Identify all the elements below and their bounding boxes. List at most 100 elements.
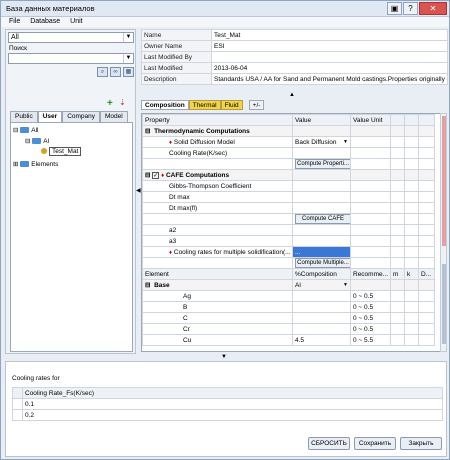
info-row: Last Modified By [141,51,448,63]
table-row: Cu 4.5 0 ~ 5.5 [142,334,435,346]
section-base[interactable]: ⊟ Base Al ▼ [142,279,435,291]
section-thermodynamic[interactable]: ⊟ Thermodynamic Computations [142,125,435,137]
solid-diffusion-select[interactable]: Back Diffusion ▼ [292,136,351,148]
tree-tabs: Public User Company Model [10,111,128,122]
folder-icon [20,161,30,168]
table-row: Dt max [142,191,435,203]
cooling-multi-field[interactable]: ... [292,246,351,258]
close-button[interactable]: Закрыть [400,437,442,450]
table-header: Cooling Rate_Fs(K/sec) [12,387,443,399]
tree-node-al[interactable]: ⊟ Al [25,137,49,145]
chevron-down-icon: ▼ [343,138,348,145]
description-field[interactable]: Standards USA / AA for Sand and Permanen… [211,73,448,85]
tab-company[interactable]: Company [62,111,101,122]
search-icon[interactable]: ⌕ [97,67,108,77]
table-row: C0 ~ 0.5 [142,312,435,324]
table-row: Ag 0 ~ 0.5 [142,290,435,302]
scroll-thumb-lower[interactable] [442,264,446,344]
reset-button[interactable]: СБРОСИТЬ [308,437,350,450]
table-row: ♦ Cooling rates for multiple solidificat… [142,246,435,258]
table-row: Cooling Rate(K/sec) [142,147,435,159]
tree-node-all[interactable]: ⊟ All [13,126,39,134]
tree-node-elements[interactable]: ⊞ Elements [13,160,58,168]
material-icon [41,148,47,155]
table-row: B0 ~ 0.5 [142,301,435,313]
tab-fluid[interactable]: Fluid [220,100,243,110]
cooling-rates-table: Cooling Rate_Fs(K/sec) 0.1 0.2 [12,387,443,421]
search-input[interactable]: ▼ [8,53,134,64]
add-icon[interactable]: + [107,98,113,109]
chevron-down-icon: ▼ [343,281,348,288]
binoculars-icon[interactable]: ∞ [110,67,121,77]
restore-icon[interactable]: ▣ [387,2,402,15]
material-tree: ⊟ All ⊟ Al Test_Mat ⊞ Elements [10,122,133,352]
folder-icon [20,127,30,134]
name-field[interactable]: Test_Mat [211,29,448,41]
collapse-up-icon[interactable]: ▲ [289,92,295,98]
menu-unit[interactable]: Unit [70,17,82,27]
help-icon[interactable]: ? [403,2,418,15]
info-row: Description Standards USA / AA for Sand a… [141,73,448,85]
property-tabs: Composition Thermal Fluid +/- [141,100,265,111]
save-button[interactable]: Сохранить [354,437,396,450]
filter-value: All [11,34,19,41]
tab-model[interactable]: Model [100,111,128,122]
tab-public[interactable]: Public [10,111,38,122]
main-window: База данных материалов ▣ ? ✕ File Databa… [0,0,450,460]
left-panel: All ▼ Поиск ▼ ⌕ ∞ ▦ Public User Company Mod… [5,29,136,354]
modified-field[interactable]: 2013-06-04 [211,62,448,74]
table-row: a2 [142,224,435,236]
table-row: a3 [142,235,435,247]
scroll-thumb-upper[interactable] [442,116,446,246]
tab-add-remove[interactable]: +/- [248,100,265,110]
table-row: ♦ Solid Diffusion Model Back Diffusion ▼ [142,136,435,148]
collapse-left-icon[interactable]: ◀ [136,187,141,194]
title-bar: База данных материалов ▣ ? ✕ [1,1,449,17]
menu-file[interactable]: File [9,17,20,27]
grid-scrollbar[interactable] [440,113,447,352]
compute-multiple-button[interactable]: Compute Multiple... [295,258,350,268]
compute-properties-button[interactable]: Compute Properti... [295,159,350,169]
owner-field[interactable]: ESI [211,40,448,52]
menu-database[interactable]: Database [30,17,60,27]
tree-node-test-mat[interactable]: Test_Mat [41,147,82,156]
close-icon[interactable]: ✕ [419,2,447,15]
table-row: Cr 0 ~ 0.5 [142,323,435,335]
menu-bar: File Database Unit [1,17,449,27]
tab-user[interactable]: User [37,111,63,122]
table-row: Dt max(fl) [142,202,435,214]
table-row: Gibbs-Thompson Coefficient [142,180,435,192]
table-row: Compute Properti... [142,158,435,170]
cooling-rates-panel: Cooling rates for Cooling Rate_Fs(K/sec)… [5,361,447,457]
filter-select[interactable]: All ▼ [8,32,134,43]
collapse-down-icon[interactable]: ▼ [221,354,227,360]
section-cafe[interactable]: ⊟ ✓ ♦ CAFE Computations [142,169,435,181]
table-row: Compute CAFE [142,213,435,225]
window-title: База данных материалов [6,4,95,13]
cooling-rates-title: Cooling rates for [12,375,60,382]
tab-thermal[interactable]: Thermal [188,100,221,110]
tab-composition[interactable]: Composition [141,100,189,110]
grid-header: Property Value Value Unit [142,114,435,126]
table-row: 0.2 [12,409,443,421]
base-select[interactable]: Al ▼ [292,279,351,291]
info-row: Last Modified 2013-06-04 [141,62,448,74]
modified-by-field[interactable] [211,51,448,63]
table-row: 0.1 [12,398,443,410]
property-grid: Property Value Value Unit ⊟ Thermodynamic … [141,113,441,352]
compute-cafe-button[interactable]: Compute CAFE [295,214,350,224]
info-row: Owner Name ESI [141,40,448,52]
chevron-down-icon: ▼ [123,54,133,63]
right-panel: Name Test_Mat Owner Name ESI Last Modified… [141,29,448,354]
element-header: Element %Composition Recomme... m k D... [142,268,435,280]
delete-icon[interactable]: ⇣ [119,98,126,107]
cafe-checkbox[interactable]: ✓ [152,172,160,179]
grid-icon[interactable]: ▦ [123,67,134,77]
info-row: Name Test_Mat [141,29,448,41]
info-table: Name Test_Mat Owner Name ESI Last Modified… [141,29,448,85]
search-label: Поиск [9,45,28,52]
folder-icon [32,138,42,145]
table-row: Compute Multiple... [142,257,435,269]
chevron-down-icon: ▼ [123,33,133,42]
cooling-rate-field[interactable] [292,147,351,159]
